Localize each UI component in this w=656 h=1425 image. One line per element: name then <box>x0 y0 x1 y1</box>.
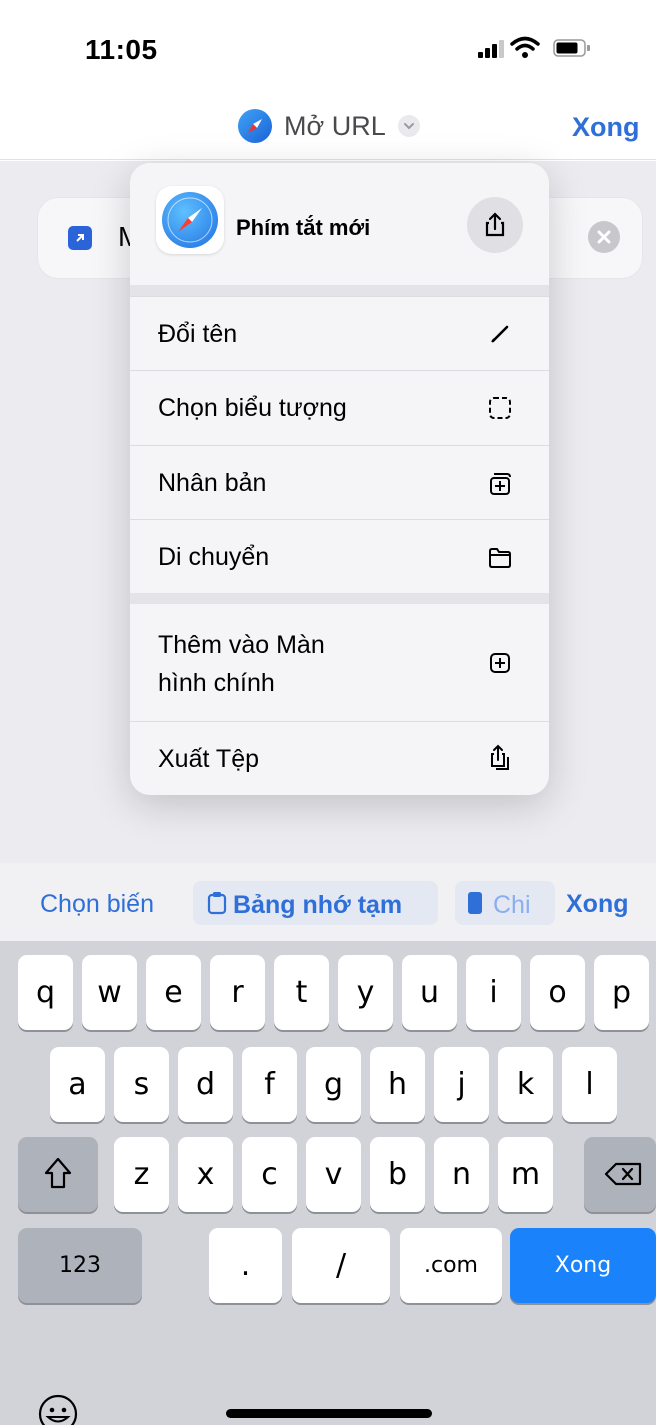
key-z[interactable]: z <box>114 1137 169 1212</box>
key-e[interactable]: e <box>146 955 201 1030</box>
menu-item-choose-icon[interactable]: Chọn biểu tượng <box>130 370 549 445</box>
menu-item-add-to-home[interactable]: Thêm vào Màn hình chính <box>130 604 549 721</box>
delete-key[interactable] <box>584 1137 656 1212</box>
open-url-icon <box>68 226 92 250</box>
menu-item-label: Di chuyển <box>158 543 270 571</box>
shift-key[interactable] <box>18 1137 98 1212</box>
keyboard: q w e r t y u i o p a s d f g h j k l z … <box>0 941 656 1425</box>
menu-item-label: Xuất Tệp <box>158 745 260 773</box>
choose-variable-button[interactable]: Chọn biến <box>40 890 154 919</box>
key-r[interactable]: r <box>210 955 265 1030</box>
key-m[interactable]: m <box>498 1137 553 1212</box>
wifi-icon <box>510 36 540 58</box>
folder-icon <box>485 542 515 572</box>
key-dot[interactable]: . <box>209 1228 282 1303</box>
safari-icon <box>238 109 272 143</box>
device-label: Chi <box>493 891 531 919</box>
go-key[interactable]: Xong <box>510 1228 656 1303</box>
key-l[interactable]: l <box>562 1047 617 1122</box>
key-v[interactable]: v <box>306 1137 361 1212</box>
key-p[interactable]: p <box>594 955 649 1030</box>
key-q[interactable]: q <box>18 955 73 1030</box>
keyboard-toolbar: Chọn biến Bảng nhớ tạm Chi Xong <box>0 863 656 941</box>
key-k[interactable]: k <box>498 1047 553 1122</box>
dashed-square-icon <box>485 393 515 423</box>
done-button[interactable]: Xong <box>572 112 640 143</box>
export-icon <box>485 742 515 774</box>
key-slash[interactable]: / <box>292 1228 390 1303</box>
key-t[interactable]: t <box>274 955 329 1030</box>
key-a[interactable]: a <box>50 1047 105 1122</box>
menu-separator <box>130 285 549 296</box>
menu-item-label: Đổi tên <box>158 320 238 348</box>
duplicate-icon <box>485 468 515 498</box>
plus-square-icon <box>485 648 515 678</box>
key-d[interactable]: d <box>178 1047 233 1122</box>
menu-item-duplicate[interactable]: Nhân bản <box>130 445 549 519</box>
menu-item-label-line1: Thêm vào Màn <box>158 631 325 659</box>
clipboard-icon <box>207 891 227 915</box>
compass-icon <box>162 192 218 248</box>
status-bar: 11:05 <box>0 0 656 90</box>
menu-item-rename[interactable]: Đổi tên <box>130 296 549 370</box>
clipboard-label: Bảng nhớ tạm <box>233 891 403 919</box>
emoji-button[interactable] <box>36 1392 80 1425</box>
toolbar-done-button[interactable]: Xong <box>566 890 629 919</box>
share-button[interactable] <box>467 197 523 253</box>
key-h[interactable]: h <box>370 1047 425 1122</box>
key-g[interactable]: g <box>306 1047 361 1122</box>
shift-icon <box>44 1157 72 1189</box>
menu-item-export-file[interactable]: Xuất Tệp <box>130 721 549 795</box>
key-o[interactable]: o <box>530 955 585 1030</box>
menu-item-label: Nhân bản <box>158 469 267 497</box>
nav-bar: Mở URL Xong <box>0 90 656 160</box>
menu-header: Phím tắt mới <box>130 163 549 285</box>
key-n[interactable]: n <box>434 1137 489 1212</box>
numbers-key[interactable]: 123 <box>18 1228 142 1303</box>
action-title: Mở URL <box>284 110 386 141</box>
device-variable-button[interactable]: Chi <box>455 881 555 925</box>
menu-item-label-line2: hình chính <box>158 669 275 697</box>
key-c[interactable]: c <box>242 1137 297 1212</box>
key-b[interactable]: b <box>370 1137 425 1212</box>
share-icon <box>485 212 505 237</box>
menu-item-label: Chọn biểu tượng <box>158 394 347 422</box>
key-y[interactable]: y <box>338 955 393 1030</box>
phone-icon <box>467 891 483 915</box>
key-x[interactable]: x <box>178 1137 233 1212</box>
action-title-button[interactable]: Mở URL <box>238 108 420 144</box>
home-indicator <box>226 1409 432 1418</box>
signal-icon <box>478 40 504 58</box>
status-time: 11:05 <box>85 34 158 65</box>
emoji-icon <box>38 1394 78 1425</box>
shortcut-icon <box>156 186 224 254</box>
key-s[interactable]: s <box>114 1047 169 1122</box>
key-u[interactable]: u <box>402 955 457 1030</box>
menu-item-move[interactable]: Di chuyển <box>130 519 549 593</box>
shortcut-name: Phím tắt mới <box>236 215 371 240</box>
clipboard-variable-button[interactable]: Bảng nhớ tạm <box>193 881 438 925</box>
key-w[interactable]: w <box>82 955 137 1030</box>
key-j[interactable]: j <box>434 1047 489 1122</box>
menu-separator <box>130 593 549 604</box>
backspace-icon <box>604 1162 642 1186</box>
clear-icon[interactable] <box>588 221 620 253</box>
context-menu: Phím tắt mới Đổi tên Chọn biểu tượng Nhâ… <box>130 163 549 795</box>
key-f[interactable]: f <box>242 1047 297 1122</box>
key-i[interactable]: i <box>466 955 521 1030</box>
key-dotcom[interactable]: .com <box>400 1228 502 1303</box>
battery-icon <box>553 39 591 57</box>
pencil-icon <box>485 319 515 349</box>
chevron-down-icon <box>397 115 420 137</box>
